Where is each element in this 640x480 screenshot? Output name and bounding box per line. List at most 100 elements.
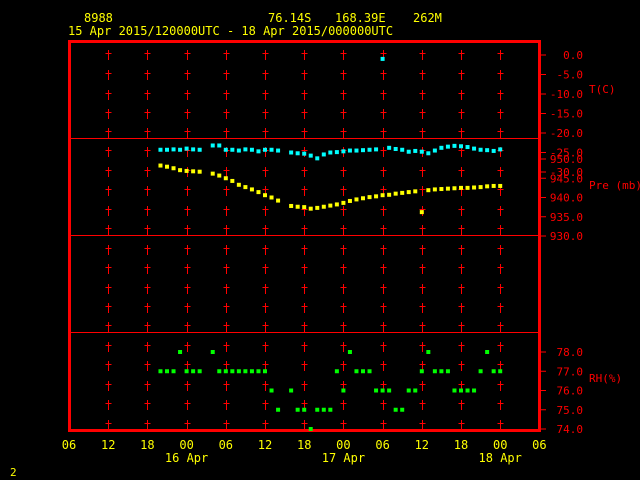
data-point (165, 369, 169, 374)
data-point (452, 143, 457, 148)
data-point (387, 388, 392, 393)
x-tick-label: 18 (297, 438, 311, 452)
data-point (334, 150, 339, 155)
data-point (217, 173, 222, 178)
data-point (341, 388, 346, 393)
data-point (334, 202, 339, 207)
data-point (289, 203, 294, 208)
x-tick-label: 06 (219, 438, 233, 452)
data-point (491, 148, 496, 153)
data-point (269, 147, 274, 152)
data-point (308, 206, 313, 211)
data-point (393, 407, 398, 412)
data-point (452, 186, 457, 191)
data-point (459, 185, 463, 190)
data-point (374, 194, 379, 199)
y-tick-label: 78.0 (557, 346, 584, 359)
x-tick-label: 06 (62, 438, 76, 452)
x-tick-label: 00 (179, 438, 193, 452)
data-point (432, 369, 437, 374)
data-point (249, 147, 254, 152)
data-point (178, 350, 183, 354)
time-range: 15 Apr 2015/120000UTC - 18 Apr 2015/0000… (68, 24, 393, 38)
data-point (256, 149, 261, 154)
data-point (302, 151, 307, 156)
data-point (432, 187, 437, 192)
data-point (158, 369, 163, 374)
y-tick-label: 945.0 (550, 172, 583, 185)
data-point (197, 169, 202, 174)
data-point (367, 195, 372, 200)
data-point (321, 407, 326, 412)
panel-label: T(C) (589, 83, 616, 96)
data-point (158, 147, 163, 152)
data-point (263, 193, 267, 198)
data-point (406, 388, 411, 393)
data-point (184, 168, 189, 173)
data-point (256, 369, 261, 374)
data-point (485, 148, 490, 153)
data-point (269, 195, 274, 200)
page-number: 2 (10, 466, 17, 479)
data-point (445, 186, 450, 191)
data-point (197, 369, 202, 374)
data-point (243, 185, 248, 190)
data-point (328, 150, 333, 155)
data-point (158, 163, 163, 168)
data-point (393, 191, 398, 196)
data-point (223, 147, 228, 152)
data-point (354, 148, 359, 153)
data-point (230, 369, 235, 374)
data-point (367, 369, 372, 374)
data-point (361, 148, 365, 153)
data-point (485, 184, 490, 189)
data-point (308, 153, 313, 158)
data-point (249, 369, 254, 374)
data-point (210, 143, 215, 148)
data-point (223, 176, 228, 181)
data-point (191, 369, 196, 374)
x-tick-label: 12 (101, 438, 115, 452)
data-point (380, 193, 385, 198)
x-tick-label: 00 (336, 438, 350, 452)
data-point (400, 147, 405, 152)
longitude: 168.39E (335, 11, 386, 25)
data-point (217, 143, 222, 148)
data-point (439, 145, 444, 150)
data-point (249, 187, 254, 192)
x-date-label: 18 Apr (479, 451, 522, 465)
data-point (380, 388, 385, 393)
y-tick-label: 74.0 (557, 423, 584, 436)
x-tick-label: 12 (258, 438, 272, 452)
data-point (354, 369, 359, 374)
data-point (478, 369, 483, 374)
data-point (236, 182, 241, 187)
data-point (465, 185, 470, 190)
data-point (263, 147, 267, 152)
data-point (321, 152, 326, 157)
data-point (295, 407, 300, 412)
data-point (400, 190, 405, 195)
x-tick-label: 18 (140, 438, 154, 452)
data-point (387, 192, 392, 197)
data-point (328, 203, 333, 208)
data-point (295, 204, 300, 209)
data-point (171, 166, 176, 171)
station-id: 8988 (84, 11, 113, 25)
data-point (472, 185, 477, 190)
data-point (347, 350, 352, 354)
data-point (302, 407, 307, 412)
data-point (498, 369, 503, 374)
data-point (406, 190, 411, 195)
y-tick-label: 950.0 (550, 153, 583, 166)
data-point (321, 204, 326, 209)
data-point (361, 196, 365, 201)
data-point (230, 147, 235, 152)
data-point (289, 388, 294, 393)
data-point (459, 388, 463, 393)
y-tick-label: -10.0 (550, 88, 583, 101)
data-point (276, 148, 281, 153)
data-point (243, 369, 248, 374)
data-point (184, 369, 189, 374)
y-tick-label: 0.0 (563, 49, 583, 62)
